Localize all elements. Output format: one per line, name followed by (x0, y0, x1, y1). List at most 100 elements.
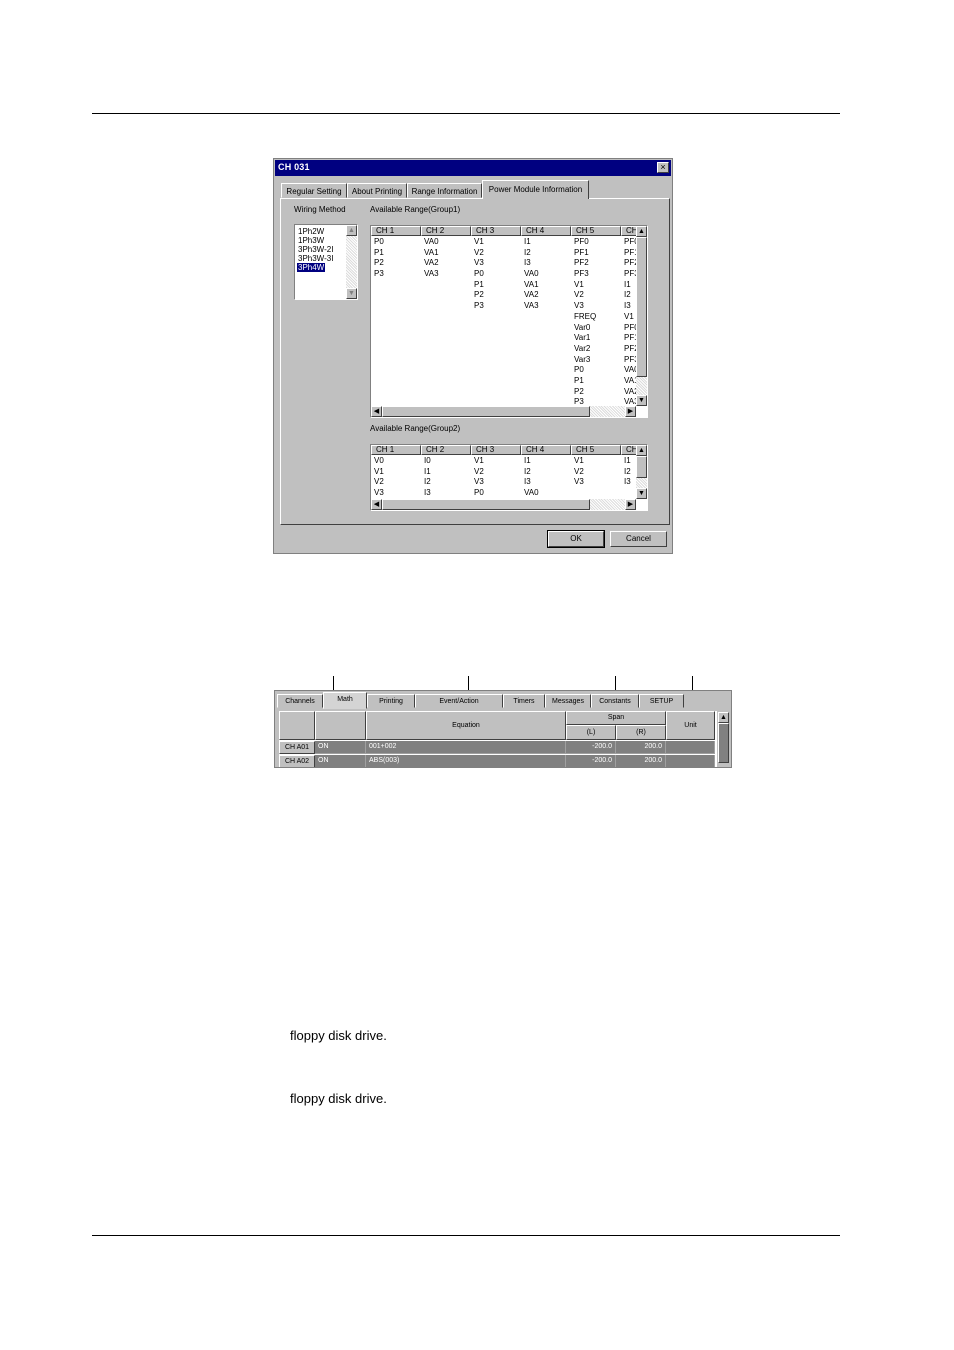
ch031-dialog: CH 031 × Regular Setting About Printing … (273, 158, 673, 554)
group1-column: CH 5 PF0 PF1 PF2 PF3 V1 V2 V3 FREQ Var0 Var1 Var2 Va… (571, 226, 621, 406)
tab-range-information[interactable]: Range Information (407, 183, 482, 198)
ok-button[interactable]: OK (547, 530, 605, 548)
scroll-down-icon[interactable]: ▼ (636, 488, 647, 499)
math-vscroll-thumb[interactable] (718, 723, 729, 763)
group2-cell: I2 (524, 466, 531, 476)
group2-horizontal-scrollbar[interactable]: ◀ ▶ (371, 499, 636, 510)
group1-column-header[interactable]: CH 4 (521, 226, 571, 236)
math-table: Equation Span (L) (R) Unit CH A01 ON 001… (279, 711, 717, 767)
unit-cell[interactable] (666, 755, 715, 767)
scroll-up-icon[interactable]: ▲ (718, 712, 729, 723)
group1-column-header[interactable]: CH 3 (471, 226, 521, 236)
scroll-left-icon[interactable]: ◀ (371, 406, 382, 417)
group1-cell: PF0 (574, 237, 589, 246)
scroll-up-icon[interactable]: ▲ (636, 445, 647, 456)
wiring-item-1ph3w[interactable]: 1Ph3W (297, 236, 325, 245)
scroll-up-icon[interactable]: ▲ (636, 226, 647, 237)
group1-hscroll-thumb[interactable] (382, 406, 590, 417)
dialog-titlebar: CH 031 × (275, 160, 671, 176)
span-r-cell[interactable]: 200.0 (616, 741, 666, 754)
group1-column-header[interactable]: CH 1 (371, 226, 421, 236)
wiring-item-1ph2w[interactable]: 1Ph2W (297, 227, 325, 236)
scroll-down-icon[interactable]: ▼ (636, 395, 647, 406)
tab-setup[interactable]: SETUP (639, 694, 684, 708)
group1-column: CH 3 V1 V2 V3 P0 P1 P2 P3 (471, 226, 521, 406)
span-l-cell[interactable]: -200.0 (566, 741, 616, 754)
group2-vertical-scrollbar[interactable]: ▲ ▼ (636, 445, 647, 499)
group1-column-header[interactable]: CH 5 (571, 226, 621, 236)
group1-cell: Var0 (574, 322, 591, 332)
tab-timers[interactable]: Timers (503, 694, 545, 708)
group2-cells: V0 V1 V2 V3 (374, 456, 384, 499)
group2-column-header[interactable]: CH 3 (471, 445, 521, 455)
group2-cell: V1 (474, 456, 484, 465)
wiring-method-list[interactable]: 1Ph2W 1Ph3W 3Ph3W-2I 3Ph3W-3I 3Ph4W ▲ ▼ (294, 224, 358, 300)
tab-messages[interactable]: Messages (545, 694, 591, 708)
tab-printing[interactable]: Printing (367, 694, 415, 708)
group1-horizontal-scrollbar[interactable]: ◀ ▶ (371, 406, 636, 417)
group1-vscroll-thumb[interactable] (636, 237, 647, 377)
scroll-right-icon[interactable]: ▶ (625, 499, 636, 510)
group1-cells: VA0 VA1 VA2 VA3 (424, 237, 439, 280)
corner-header (279, 711, 315, 740)
wiring-item-3ph3w-3i[interactable]: 3Ph3W-3I (297, 254, 334, 263)
group2-column: CH 1 V0 V1 V2 V3 (371, 445, 421, 499)
group2-cell: V2 (374, 477, 384, 487)
group1-cell: V2 (474, 247, 484, 257)
group2-column-header[interactable]: CH 1 (371, 445, 421, 455)
row-header-ch-a01[interactable]: CH A01 (279, 741, 315, 754)
group1-cell: P1 (574, 375, 584, 385)
tab-regular-setting[interactable]: Regular Setting (281, 183, 347, 198)
group2-vscroll-thumb[interactable] (636, 456, 647, 478)
group2-range-grid[interactable]: CH 6I1I2I3CH 5V1V2V3CH 4I1I2I3VA0CH 3V1V… (370, 444, 648, 511)
tab-about-printing[interactable]: About Printing (347, 183, 407, 198)
math-vertical-scrollbar[interactable]: ▲ (717, 711, 731, 767)
group2-cell: V3 (474, 477, 484, 487)
group1-cells: V1 V2 V3 P0 P1 P2 P3 (474, 237, 484, 312)
span-r-cell[interactable]: 200.0 (616, 755, 666, 767)
group1-range-grid[interactable]: CH 6PF0PF1PF2PF3I1I2I3V1PF0PF1PF2PF3VA0V… (370, 225, 648, 418)
group2-cells: I1 I2 I3 (624, 456, 631, 488)
scroll-up-icon[interactable]: ▲ (346, 225, 357, 236)
group2-column-header[interactable]: CH 5 (571, 445, 621, 455)
group2-hscroll-thumb[interactable] (382, 499, 590, 510)
unit-cell[interactable] (666, 741, 715, 754)
tab-math[interactable]: Math (323, 692, 367, 709)
group1-cell: VA1 (524, 279, 539, 289)
group1-column: CH 2 VA0 VA1 VA2 VA3 (421, 226, 471, 406)
wiring-list-scrollbar[interactable]: ▲ ▼ (346, 225, 357, 299)
group2-column-header[interactable]: CH 2 (421, 445, 471, 455)
scroll-left-icon[interactable]: ◀ (371, 499, 382, 510)
tab-channels[interactable]: Channels (277, 694, 323, 708)
state-cell[interactable]: ON (315, 755, 366, 767)
tab-event-action[interactable]: Event/Action (415, 694, 503, 708)
wiring-item-3ph3w-2i[interactable]: 3Ph3W-2I (297, 245, 334, 254)
group1-cell: Var2 (574, 343, 591, 353)
group1-cell: I1 (524, 237, 531, 246)
group1-cell: PF2 (574, 258, 589, 268)
group2-column-header[interactable]: CH 4 (521, 445, 571, 455)
group1-cell: V3 (474, 258, 484, 268)
span-l-cell[interactable]: -200.0 (566, 755, 616, 767)
wiring-item-3ph4w[interactable]: 3Ph4W (297, 263, 326, 272)
group2-cell: V3 (574, 477, 584, 487)
power-module-panel: Wiring Method 1Ph2W 1Ph3W 3Ph3W-2I 3Ph3W… (280, 198, 670, 525)
equation-cell[interactable]: ABS(003) (366, 755, 566, 767)
group1-vertical-scrollbar[interactable]: ▲ ▼ (636, 226, 647, 406)
tab-power-module-information[interactable]: Power Module Information (482, 180, 589, 199)
unit-header: Unit (666, 711, 715, 740)
scroll-right-icon[interactable]: ▶ (625, 406, 636, 417)
state-cell[interactable]: ON (315, 741, 366, 754)
dialog-title: CH 031 (278, 162, 310, 172)
group2-cell: V1 (574, 456, 584, 465)
tab-constants[interactable]: Constants (591, 694, 639, 708)
row-header-ch-a02[interactable]: CH A02 (279, 755, 315, 767)
scroll-down-icon[interactable]: ▼ (346, 288, 357, 299)
group1-column-header[interactable]: CH 2 (421, 226, 471, 236)
equation-cell[interactable]: 001+002 (366, 741, 566, 754)
group1-cell: V1 (474, 237, 484, 246)
group1-column: CH 4 I1 I2 I3 VA0 VA1 VA2 VA3 (521, 226, 571, 406)
close-icon[interactable]: × (657, 162, 669, 173)
cancel-button[interactable]: Cancel (610, 531, 667, 547)
equation-header: Equation (366, 711, 566, 740)
